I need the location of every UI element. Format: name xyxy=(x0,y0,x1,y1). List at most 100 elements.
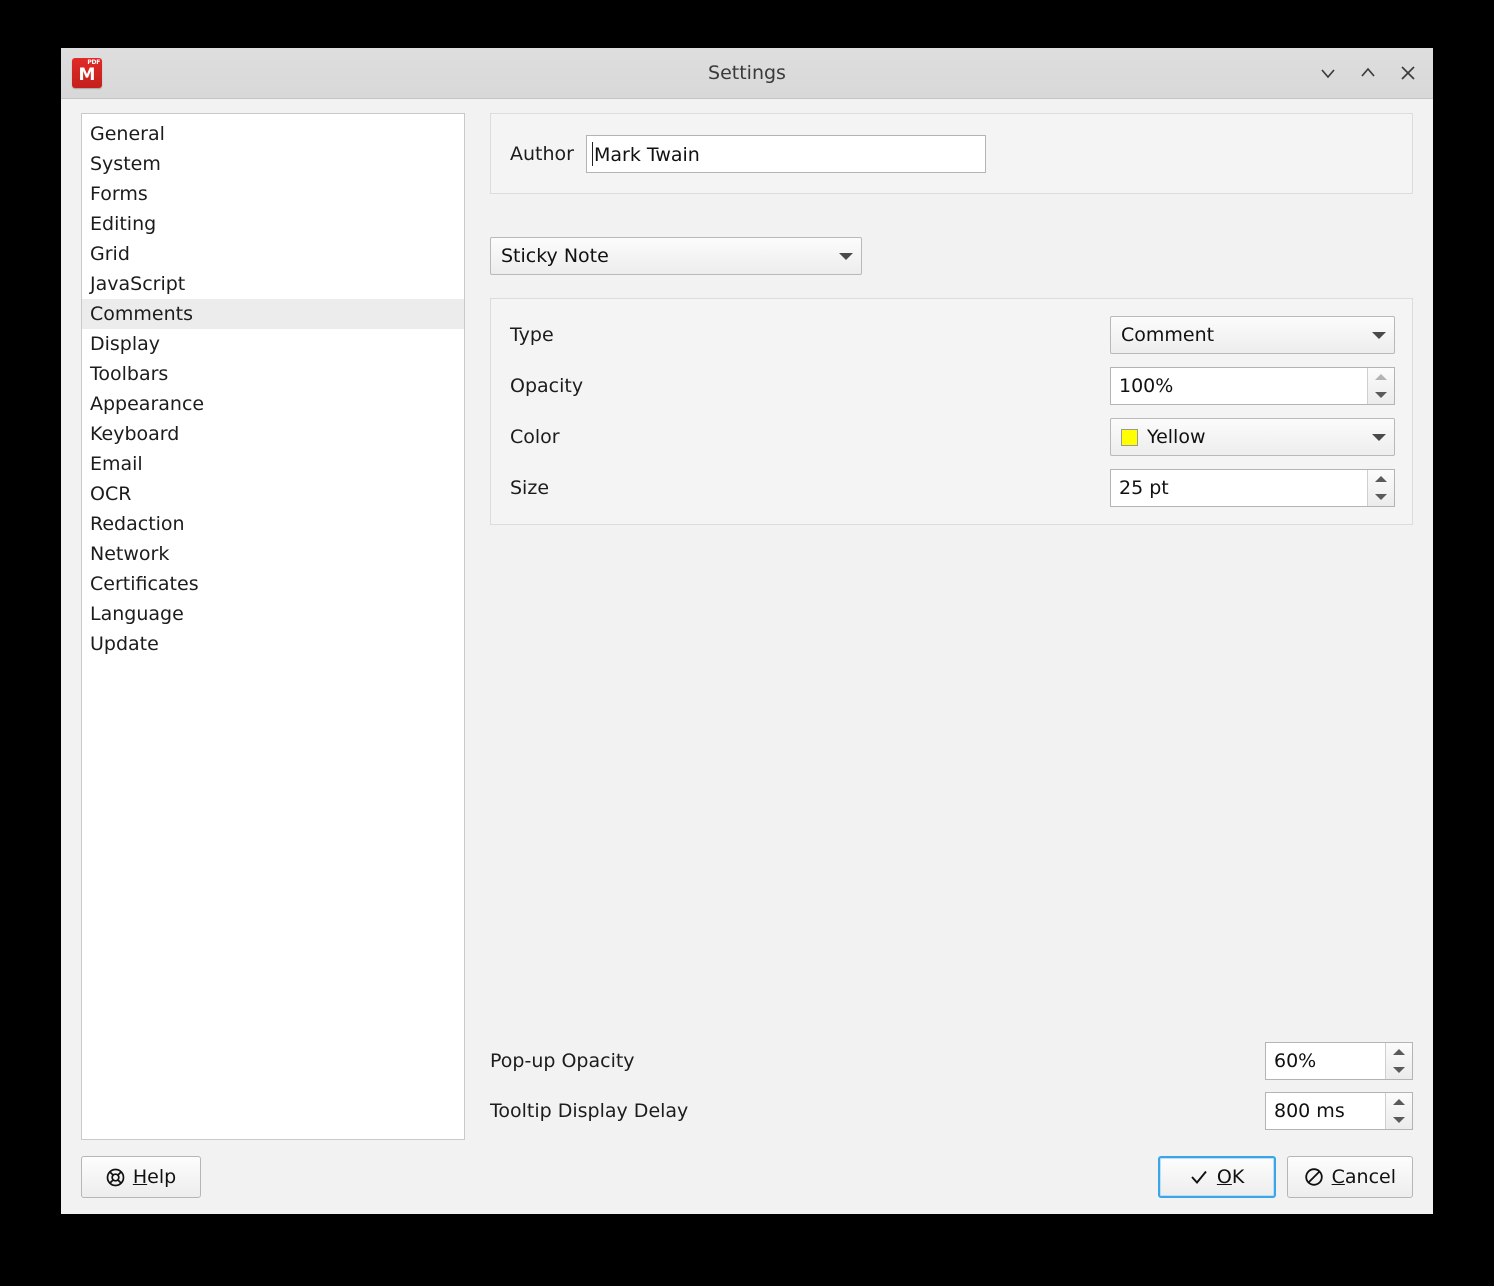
sidebar-item-javascript[interactable]: JavaScript xyxy=(82,269,464,299)
type-value: Comment xyxy=(1121,324,1215,346)
triangle-up-icon xyxy=(1375,374,1387,380)
property-row-type: Type Comment xyxy=(510,316,1395,354)
size-spinner-up[interactable] xyxy=(1368,470,1394,488)
master-pdf-editor-icon: PDF M xyxy=(72,58,102,88)
window-controls xyxy=(1309,54,1427,92)
property-row-size: Size 25 pt xyxy=(510,469,1395,507)
chevron-down-icon xyxy=(1372,433,1386,441)
size-value[interactable]: 25 pt xyxy=(1111,470,1367,506)
triangle-down-icon xyxy=(1375,494,1387,500)
minimize-button[interactable] xyxy=(1309,54,1347,92)
dialog-button-bar: Help OK Cancel xyxy=(61,1140,1433,1214)
opacity-spinner[interactable]: 100% xyxy=(1110,367,1395,405)
cancel-button[interactable]: Cancel xyxy=(1286,1156,1413,1198)
popup-opacity-row: Pop-up Opacity 60% xyxy=(490,1042,1413,1080)
sidebar-item-redaction[interactable]: Redaction xyxy=(82,509,464,539)
tooltip-delay-spinner-down[interactable] xyxy=(1386,1111,1412,1129)
settings-content-pane: Author Mark Twain Sticky Note Type Comme… xyxy=(465,113,1413,1140)
author-input[interactable]: Mark Twain xyxy=(585,134,986,173)
popup-opacity-spinner-down[interactable] xyxy=(1386,1061,1412,1079)
popup-settings-section: Pop-up Opacity 60% Tooltip Display Delay… xyxy=(490,1042,1413,1140)
sidebar-item-ocr[interactable]: OCR xyxy=(82,479,464,509)
dialog-body: General System Forms Editing Grid JavaSc… xyxy=(61,99,1433,1140)
opacity-spinner-up[interactable] xyxy=(1368,368,1394,386)
help-button[interactable]: Help xyxy=(81,1156,201,1198)
cancel-button-label: Cancel xyxy=(1332,1166,1396,1188)
confirm-buttons: OK Cancel xyxy=(1157,1156,1413,1198)
property-row-opacity: Opacity 100% xyxy=(510,367,1395,405)
opacity-label: Opacity xyxy=(510,375,584,397)
sidebar-item-grid[interactable]: Grid xyxy=(82,239,464,269)
app-icon-letter: M xyxy=(78,65,96,85)
popup-opacity-spinner-up[interactable] xyxy=(1386,1043,1412,1061)
help-accel: H xyxy=(132,1166,148,1188)
sidebar-item-forms[interactable]: Forms xyxy=(82,179,464,209)
close-button[interactable] xyxy=(1389,54,1427,92)
title-bar: PDF M Settings xyxy=(61,48,1433,99)
ok-rest: K xyxy=(1231,1166,1245,1188)
color-select[interactable]: Yellow xyxy=(1110,418,1395,456)
annotation-kind-value: Sticky Note xyxy=(501,245,609,267)
triangle-up-icon xyxy=(1375,476,1387,482)
size-spinner-down[interactable] xyxy=(1368,488,1394,506)
tooltip-delay-spinner-up[interactable] xyxy=(1386,1093,1412,1111)
sidebar-item-network[interactable]: Network xyxy=(82,539,464,569)
popup-opacity-spinner[interactable]: 60% xyxy=(1265,1042,1413,1080)
settings-category-list[interactable]: General System Forms Editing Grid JavaSc… xyxy=(81,113,465,1140)
type-label: Type xyxy=(510,324,554,346)
property-row-color: Color Yellow xyxy=(510,418,1395,456)
popup-opacity-spinner-buttons xyxy=(1385,1043,1412,1079)
annotation-kind-select[interactable]: Sticky Note xyxy=(490,237,862,275)
triangle-up-icon xyxy=(1393,1049,1405,1055)
opacity-value[interactable]: 100% xyxy=(1111,368,1367,404)
opacity-spinner-buttons xyxy=(1367,368,1394,404)
color-value: Yellow xyxy=(1147,426,1206,448)
sidebar-item-keyboard[interactable]: Keyboard xyxy=(82,419,464,449)
sidebar-item-display[interactable]: Display xyxy=(82,329,464,359)
lifebuoy-icon xyxy=(106,1168,125,1186)
ok-button-label: OK xyxy=(1217,1166,1244,1188)
chevron-down-icon xyxy=(839,252,853,260)
cancel-rest: ancel xyxy=(1344,1166,1396,1188)
sidebar-item-comments[interactable]: Comments xyxy=(82,299,464,329)
maximize-button[interactable] xyxy=(1349,54,1387,92)
tooltip-delay-label: Tooltip Display Delay xyxy=(490,1100,689,1122)
popup-opacity-value[interactable]: 60% xyxy=(1266,1043,1385,1079)
window-title: Settings xyxy=(708,62,786,84)
triangle-down-icon xyxy=(1393,1067,1405,1073)
no-entry-icon xyxy=(1304,1168,1323,1186)
popup-opacity-label: Pop-up Opacity xyxy=(490,1050,635,1072)
sidebar-item-update[interactable]: Update xyxy=(82,629,464,659)
settings-dialog: PDF M Settings General System Forms Edit… xyxy=(61,48,1433,1214)
ok-accel: O xyxy=(1216,1166,1232,1188)
opacity-spinner-down[interactable] xyxy=(1368,386,1394,404)
sidebar-item-language[interactable]: Language xyxy=(82,599,464,629)
author-group: Author Mark Twain xyxy=(490,113,1413,194)
triangle-down-icon xyxy=(1375,392,1387,398)
help-rest: elp xyxy=(147,1166,177,1188)
sidebar-item-toolbars[interactable]: Toolbars xyxy=(82,359,464,389)
annotation-properties-group: Type Comment Opacity 100% Color Yellow S… xyxy=(490,298,1413,525)
triangle-down-icon xyxy=(1393,1117,1405,1123)
help-button-label: Help xyxy=(133,1166,176,1188)
size-label: Size xyxy=(510,477,550,499)
type-select[interactable]: Comment xyxy=(1110,316,1395,354)
tooltip-delay-value[interactable]: 800 ms xyxy=(1266,1093,1385,1129)
author-label: Author xyxy=(510,142,574,165)
ok-button[interactable]: OK xyxy=(1157,1156,1276,1198)
chevron-down-icon xyxy=(1372,331,1386,339)
cancel-accel: C xyxy=(1331,1166,1345,1188)
sidebar-item-editing[interactable]: Editing xyxy=(82,209,464,239)
tooltip-delay-row: Tooltip Display Delay 800 ms xyxy=(490,1092,1413,1130)
triangle-up-icon xyxy=(1393,1099,1405,1105)
checkmark-icon xyxy=(1191,1170,1207,1184)
sidebar-item-email[interactable]: Email xyxy=(82,449,464,479)
size-spinner[interactable]: 25 pt xyxy=(1110,469,1395,507)
tooltip-delay-spinner[interactable]: 800 ms xyxy=(1265,1092,1413,1130)
sidebar-item-system[interactable]: System xyxy=(82,149,464,179)
color-swatch-icon xyxy=(1121,428,1138,446)
sidebar-item-appearance[interactable]: Appearance xyxy=(82,389,464,419)
color-label: Color xyxy=(510,426,560,448)
sidebar-item-general[interactable]: General xyxy=(82,119,464,149)
sidebar-item-certificates[interactable]: Certificates xyxy=(82,569,464,599)
